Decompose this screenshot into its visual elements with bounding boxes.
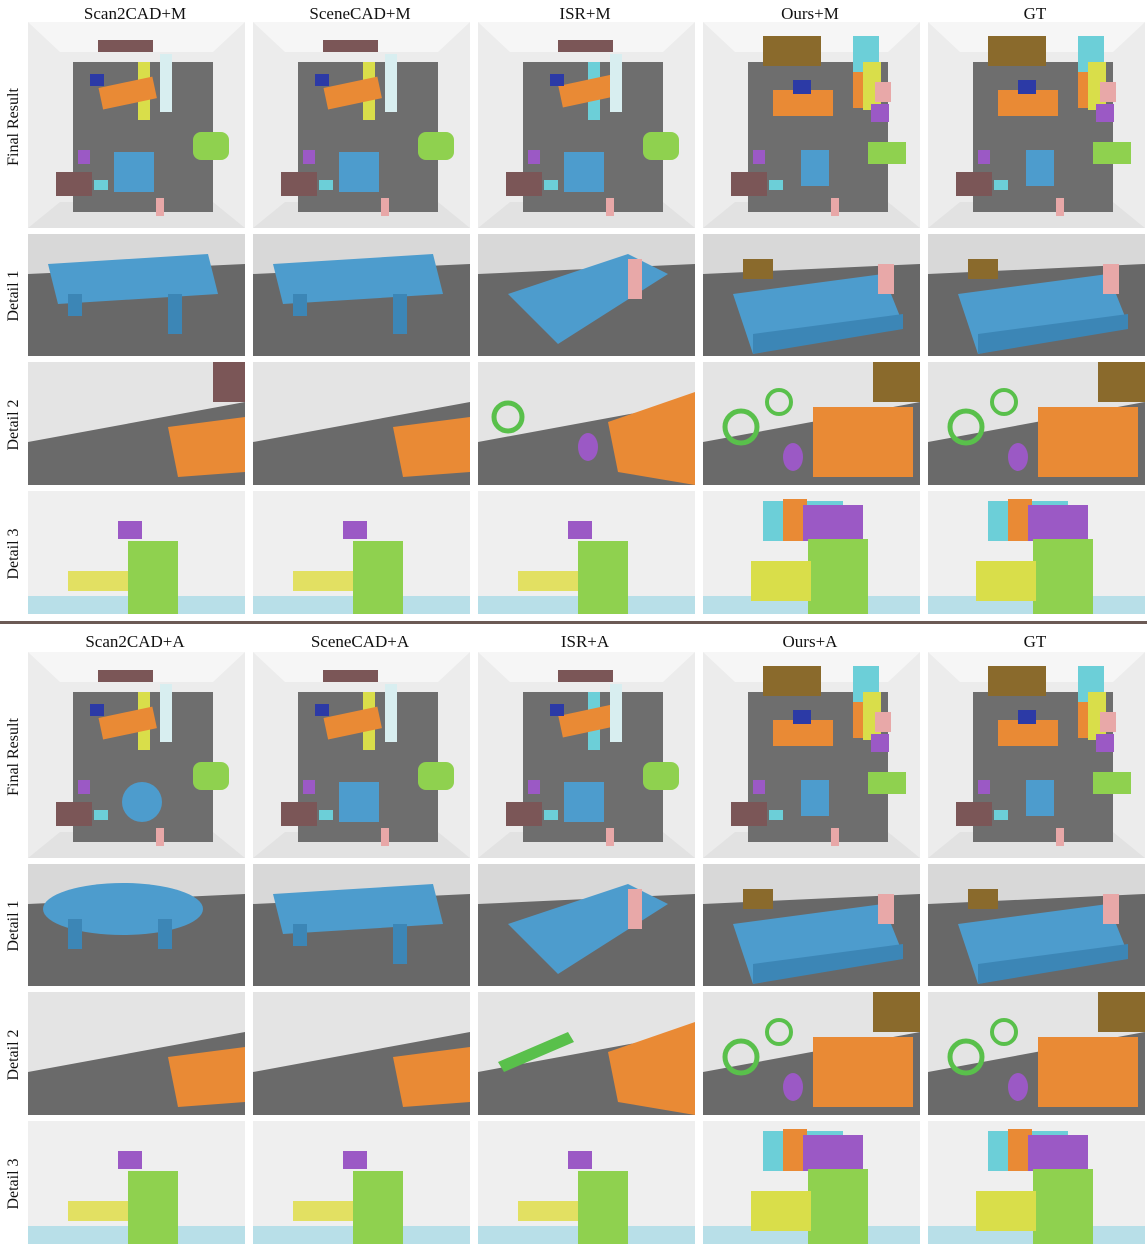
row-label-1-3: Detail 3 (5, 1158, 22, 1210)
render-image-s1-r0-c0 (28, 652, 245, 858)
section-divider (0, 621, 1147, 624)
render-image-s1-r2-c4 (928, 992, 1145, 1115)
render-image-s0-r3-c4 (928, 491, 1145, 614)
render-image-s0-r0-c0 (28, 22, 245, 228)
render-image-s0-r1-c4 (928, 234, 1145, 356)
column-header-1-1: SceneCAD+A (310, 632, 410, 651)
column-header-1-3: Ours+A (782, 632, 838, 651)
render-image-s1-r1-c2 (478, 864, 695, 986)
row-label-0-3: Detail 3 (5, 528, 22, 580)
column-header-0-4: GT (1023, 4, 1047, 23)
render-image-s0-r3-c3 (703, 491, 920, 614)
render-image-s0-r2-c4 (928, 362, 1145, 485)
render-image-s1-r3-c3 (703, 1121, 920, 1244)
column-header-0-3: Ours+M (781, 4, 839, 23)
render-image-s0-r2-c2 (478, 362, 695, 485)
row-label-1-0: Final Result (5, 718, 22, 796)
render-image-s0-r1-c0 (28, 234, 245, 356)
column-header-1-0: Scan2CAD+A (85, 632, 185, 651)
render-image-s0-r3-c0 (28, 491, 245, 614)
render-image-s0-r0-c1 (253, 22, 470, 228)
column-header-0-1: SceneCAD+M (309, 4, 411, 23)
render-image-s1-r3-c0 (28, 1121, 245, 1244)
row-label-0-0: Final Result (5, 88, 22, 166)
render-image-s1-r1-c4 (928, 864, 1145, 986)
render-image-s1-r3-c1 (253, 1121, 470, 1244)
render-image-s1-r2-c0 (28, 992, 245, 1115)
column-header-1-2: ISR+A (560, 632, 610, 651)
render-image-s1-r0-c4 (928, 652, 1145, 858)
column-header-0-2: ISR+M (559, 4, 611, 23)
render-image-s1-r1-c3 (703, 864, 920, 986)
row-label-0-1: Detail 1 (5, 270, 22, 322)
row-label-1-2: Detail 2 (5, 1029, 22, 1081)
render-image-s1-r2-c1 (253, 992, 470, 1115)
render-image-s0-r2-c1 (253, 362, 470, 485)
render-image-s1-r3-c4 (928, 1121, 1145, 1244)
render-image-s0-r3-c2 (478, 491, 695, 614)
column-header-0-0: Scan2CAD+M (83, 4, 187, 23)
render-image-s0-r1-c3 (703, 234, 920, 356)
render-image-s0-r0-c3 (703, 22, 920, 228)
render-image-s1-r1-c0 (28, 864, 245, 986)
render-image-s1-r0-c1 (253, 652, 470, 858)
render-image-s0-r2-c0 (28, 362, 245, 485)
render-image-s1-r2-c3 (703, 992, 920, 1115)
render-image-s0-r3-c1 (253, 491, 470, 614)
render-image-s0-r1-c1 (253, 234, 470, 356)
render-image-s0-r0-c2 (478, 22, 695, 228)
render-image-s1-r1-c1 (253, 864, 470, 986)
render-image-s0-r1-c2 (478, 234, 695, 356)
render-image-s1-r2-c2 (478, 992, 695, 1115)
render-image-s1-r3-c2 (478, 1121, 695, 1244)
render-image-s0-r2-c3 (703, 362, 920, 485)
render-image-s1-r0-c2 (478, 652, 695, 858)
render-image-s1-r0-c3 (703, 652, 920, 858)
column-header-1-4: GT (1023, 632, 1047, 651)
row-label-1-1: Detail 1 (5, 900, 22, 952)
row-label-0-2: Detail 2 (5, 399, 22, 451)
render-image-s0-r0-c4 (928, 22, 1145, 228)
